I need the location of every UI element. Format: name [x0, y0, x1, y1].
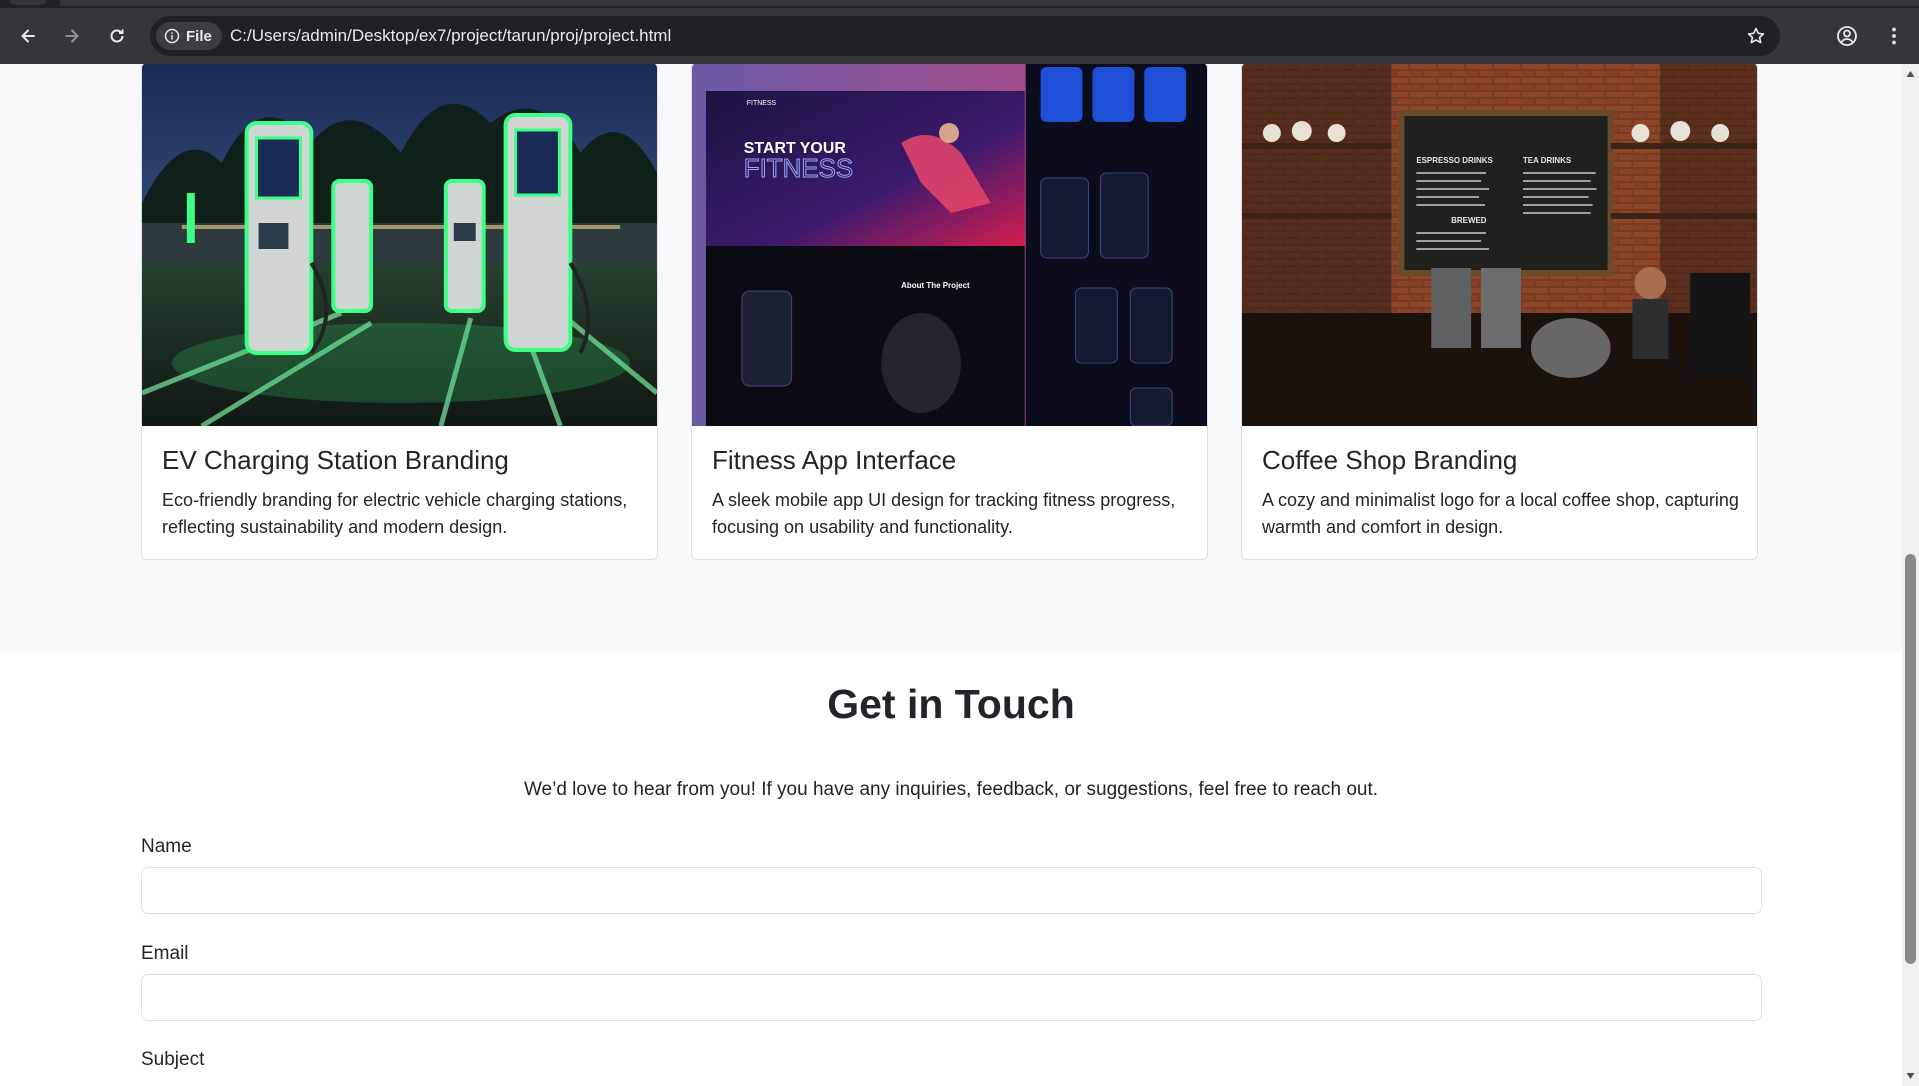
contact-heading: Get in Touch	[827, 681, 1075, 727]
card-title: Coffee Shop Branding	[1262, 445, 1518, 475]
tab-strip-edge	[60, 0, 1919, 6]
arrow-left-icon	[21, 29, 35, 43]
projects-section: EV Charging Station Branding Eco-friendl…	[0, 64, 1902, 651]
reload-icon	[110, 29, 124, 43]
profile-button[interactable]	[1833, 22, 1861, 50]
email-field[interactable]	[141, 974, 1762, 1021]
card-description: A cozy and minimalist logo for a local c…	[1262, 490, 1739, 537]
scroll-up-arrow-icon[interactable]	[1906, 70, 1915, 79]
reload-button[interactable]	[103, 22, 131, 50]
scrollbar-thumb[interactable]	[1905, 554, 1916, 964]
file-chip-label: File	[186, 27, 212, 45]
scroll-down-arrow-icon[interactable]	[1906, 1071, 1915, 1080]
menu-button[interactable]	[1880, 22, 1908, 50]
address-bar[interactable]: File C:/Users/admin/Desktop/ex7/project/…	[150, 16, 1780, 56]
page-scrollbar[interactable]	[1902, 64, 1919, 1086]
ev-charging-image	[142, 64, 657, 426]
tab-strip	[0, 0, 1919, 8]
tab-stub[interactable]	[10, 0, 46, 5]
card-title: Fitness App Interface	[712, 445, 957, 475]
contact-intro: We’d love to hear from you! If you have …	[523, 779, 1379, 800]
email-label: Email	[141, 943, 189, 964]
name-label: Name	[141, 836, 192, 857]
info-icon	[164, 28, 180, 44]
kebab-menu-icon	[1892, 27, 1896, 45]
fitness-headline-2: FITNESS	[744, 155, 853, 183]
menu-right-heading: TEA DRINKS	[1523, 156, 1571, 165]
card-description: Eco-friendly branding for electric vehic…	[162, 490, 628, 537]
project-card-ev[interactable]: EV Charging Station Branding Eco-friendl…	[141, 64, 658, 560]
back-button[interactable]	[14, 22, 42, 50]
subject-label: Subject	[141, 1049, 205, 1070]
account-circle-icon	[1837, 26, 1857, 46]
site-info-chip[interactable]: File	[156, 22, 222, 50]
card-title: EV Charging Station Branding	[162, 445, 509, 475]
card-description: A sleek mobile app UI design for trackin…	[712, 490, 1176, 537]
fitness-brand-text: FITNESS	[747, 100, 777, 107]
contact-section: Get in Touch We’d love to hear from you!…	[0, 651, 1902, 1086]
bookmark-star-icon[interactable]	[1746, 26, 1766, 46]
coffee-shop-image: ESPRESSO DRINKS TEA DRINKS BREWED	[1242, 64, 1757, 426]
url-text[interactable]: C:/Users/admin/Desktop/ex7/project/tarun…	[230, 16, 671, 56]
project-card-fitness[interactable]: FITNESS START YOUR FITNESS About The Pro…	[691, 64, 1208, 560]
browser-toolbar: File C:/Users/admin/Desktop/ex7/project/…	[0, 8, 1919, 64]
fitness-app-image: FITNESS START YOUR FITNESS About The Pro…	[692, 64, 1207, 426]
page-viewport: EV Charging Station Branding Eco-friendl…	[0, 64, 1902, 1086]
menu-brewed-heading: BREWED	[1451, 216, 1487, 225]
project-card-coffee[interactable]: ESPRESSO DRINKS TEA DRINKS BREWED Coffee…	[1241, 64, 1758, 560]
fitness-about-heading: About The Project	[901, 281, 970, 290]
menu-left-heading: ESPRESSO DRINKS	[1416, 156, 1492, 165]
forward-button[interactable]	[58, 22, 86, 50]
arrow-right-icon	[65, 29, 79, 43]
name-field[interactable]	[141, 867, 1762, 914]
